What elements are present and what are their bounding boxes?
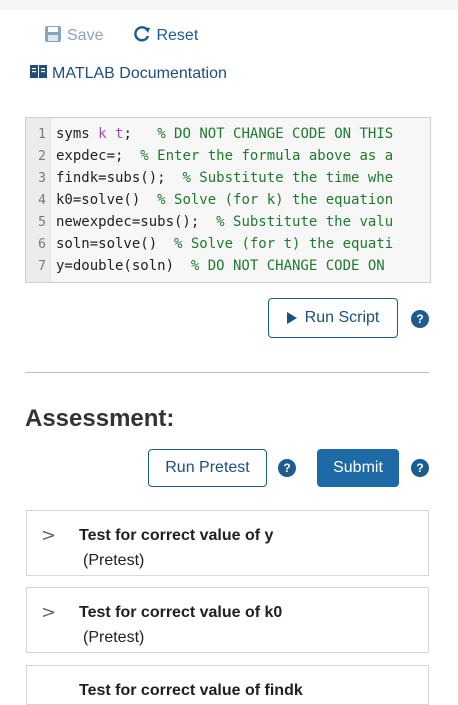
toolbar: Save Reset: [44, 22, 198, 50]
code-text: expdec=;: [56, 148, 141, 164]
run-script-help-icon[interactable]: ?: [411, 310, 429, 328]
test-item[interactable]: Test for correct value of findk: [26, 665, 429, 705]
floppy-disk-icon: [44, 25, 67, 48]
code-comment: % DO NOT CHANGE CODE ON THIS: [157, 126, 394, 142]
code-comment: % Solve (for k) the equation: [157, 192, 394, 208]
submit-help-icon[interactable]: ?: [411, 459, 429, 477]
test-item[interactable]: > Test for correct value of k0 (Pretest): [26, 587, 429, 653]
code-text: k0=solve(): [56, 192, 158, 208]
code-text: findk=subs();: [56, 170, 183, 186]
code-line[interactable]: 1 syms k t; % DO NOT CHANGE CODE ON THIS: [26, 123, 393, 145]
run-pretest-help-icon[interactable]: ?: [278, 459, 296, 477]
save-button[interactable]: Save: [44, 25, 103, 48]
line-number: 3: [38, 171, 46, 186]
submit-button[interactable]: Submit: [317, 449, 399, 487]
submit-label: Submit: [333, 459, 383, 476]
code-line[interactable]: 7 y=double(soln) % DO NOT CHANGE CODE ON: [26, 255, 385, 277]
assessment-heading: Assessment:: [25, 405, 175, 432]
code-text: syms: [56, 126, 99, 142]
line-number: 2: [38, 149, 46, 164]
code-line[interactable]: 4 k0=solve() % Solve (for k) the equation: [26, 189, 393, 211]
run-script-button[interactable]: Run Script: [268, 298, 398, 338]
chevron-right-icon: >: [41, 525, 57, 546]
save-label: Save: [67, 27, 104, 44]
symbol-k: k: [98, 126, 107, 142]
test-title: Test for correct value of k0: [79, 604, 283, 621]
book-icon: [30, 64, 52, 84]
code-line[interactable]: 3 findk=subs(); % Substitute the time whe: [26, 167, 393, 189]
code-comment: % Solve (for t) the equati: [174, 236, 394, 252]
code-line[interactable]: 5 newexpdec=subs(); % Substitute the valu: [26, 211, 393, 233]
matlab-documentation-link[interactable]: MATLAB Documentation: [30, 64, 227, 84]
chevron-right-icon: >: [41, 602, 57, 623]
reset-button[interactable]: Reset: [133, 25, 198, 48]
test-subtitle: (Pretest): [83, 629, 145, 646]
code-text: soln=solve(): [56, 236, 175, 252]
code-editor[interactable]: 1 syms k t; % DO NOT CHANGE CODE ON THIS …: [25, 117, 431, 283]
test-title: Test for correct value of findk: [79, 682, 303, 699]
line-number: 1: [38, 127, 46, 142]
line-number: 5: [38, 215, 46, 230]
reset-label: Reset: [156, 27, 199, 44]
line-number: 6: [38, 237, 46, 252]
test-title: Test for correct value of y: [79, 527, 274, 544]
code-text: newexpdec=subs();: [56, 214, 217, 230]
code-text: ;: [123, 126, 158, 142]
run-pretest-label: Run Pretest: [165, 459, 250, 476]
code-comment: % Substitute the valu: [216, 214, 394, 230]
test-subtitle: (Pretest): [83, 552, 145, 569]
code-comment: % Substitute the time whe: [182, 170, 394, 186]
line-number: 4: [38, 193, 46, 208]
section-divider: [25, 372, 429, 373]
code-text: y=double(soln): [56, 258, 191, 274]
code-line[interactable]: 6 soln=solve() % Solve (for t) the equati: [26, 233, 393, 255]
run-pretest-button[interactable]: Run Pretest: [148, 449, 267, 487]
test-item[interactable]: > Test for correct value of y (Pretest): [26, 510, 429, 576]
run-script-label: Run Script: [304, 309, 380, 326]
reset-arrow-icon: [133, 25, 156, 48]
play-icon: [286, 312, 297, 324]
line-number: 7: [38, 259, 46, 274]
code-comment: % Enter the formula above as a: [140, 148, 394, 164]
top-band: [0, 0, 458, 10]
code-comment: % DO NOT CHANGE CODE ON: [190, 258, 385, 274]
documentation-label: MATLAB Documentation: [52, 65, 227, 82]
code-line[interactable]: 2 expdec=; % Enter the formula above as a: [26, 145, 393, 167]
